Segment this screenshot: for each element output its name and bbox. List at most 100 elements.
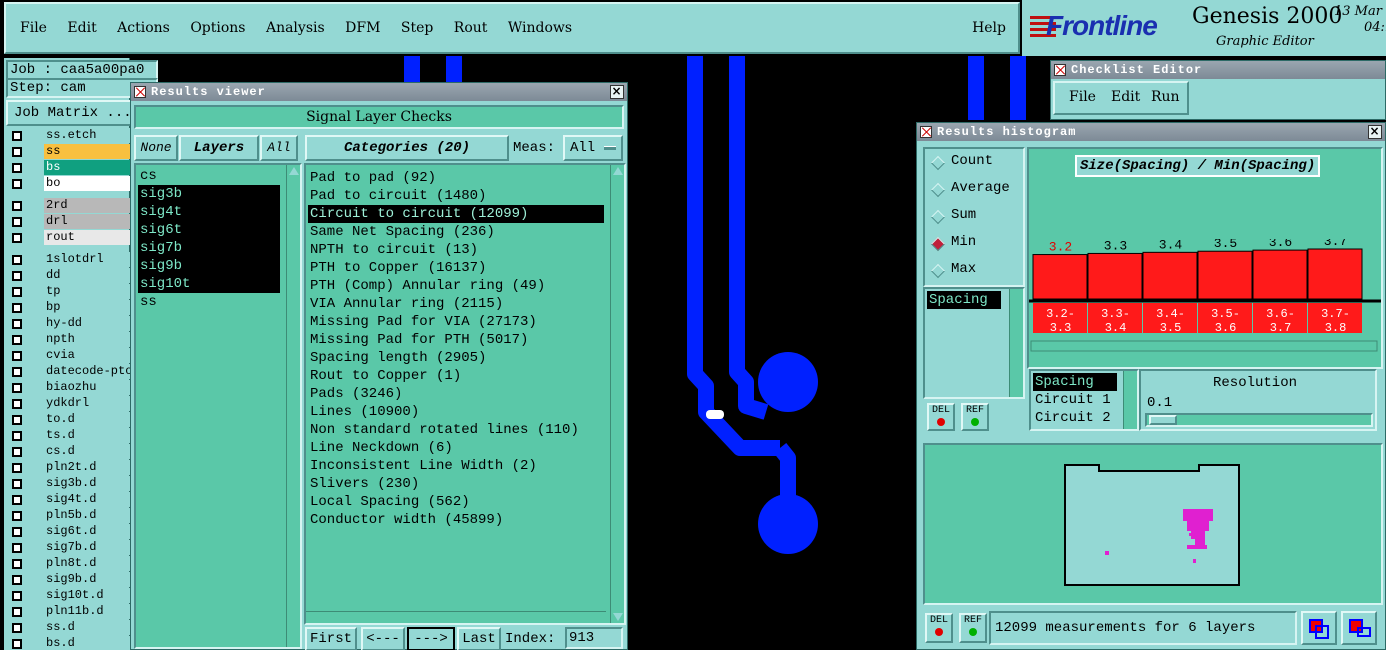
layer-checkbox[interactable] [12,495,22,505]
layer-row[interactable]: datecode-pto [4,364,130,380]
menu-file[interactable]: File [20,20,47,36]
layer-row[interactable]: pln5b.d [4,508,130,524]
layer-row[interactable]: sig4t.d [4,492,130,508]
histogram-bar[interactable] [1252,249,1308,300]
res-list-item-circuit2[interactable]: Circuit 2 [1033,409,1111,427]
layer-row[interactable]: sig3b.d [4,476,130,492]
category-list-scrollbar[interactable] [610,165,624,623]
res-list-item-spacing[interactable]: Spacing [1033,373,1117,391]
histogram-bar[interactable] [1142,251,1198,300]
layer-row[interactable]: rout [4,230,130,246]
layer-checkbox[interactable] [12,639,22,649]
layer-checkbox[interactable] [12,233,22,243]
layer-checkbox[interactable] [12,607,22,617]
layer-checkbox[interactable] [12,335,22,345]
menu-dfm[interactable]: DFM [345,20,380,36]
category-item[interactable]: Rout to Copper (1) [308,367,604,385]
menu-step[interactable]: Step [401,20,433,36]
layer-row[interactable]: pln11b.d [4,604,130,620]
histogram-bar[interactable] [1087,252,1143,300]
layer-row[interactable]: ts.d [4,428,130,444]
layer-row[interactable]: 2rd [4,198,130,214]
resolution-slider-thumb[interactable] [1149,415,1177,425]
layer-row[interactable]: pln2t.d [4,460,130,476]
layer-checkbox[interactable] [12,383,22,393]
category-item[interactable]: Pad to pad (92) [308,169,604,187]
layer-checkbox[interactable] [12,511,22,521]
all-button[interactable]: All [260,135,298,161]
layer-checkbox[interactable] [12,131,22,141]
rv-layer-item[interactable]: sig6t [138,221,280,239]
category-item[interactable]: PTH (Comp) Annular ring (49) [308,277,604,295]
layer-row[interactable]: tp [4,284,130,300]
menu-help[interactable]: Help [972,20,1006,36]
menu-edit[interactable]: Edit [67,20,96,36]
layer-row[interactable]: ss.etch [4,128,130,144]
layer-row[interactable]: bp [4,300,130,316]
layer-row[interactable]: npth [4,332,130,348]
layer-row[interactable]: cs.d [4,444,130,460]
radio-diamond-icon[interactable] [930,209,946,225]
layer-checkbox[interactable] [12,319,22,329]
board-preview[interactable] [923,443,1383,605]
layer-row[interactable]: biaozhu [4,380,130,396]
category-item[interactable]: Local Spacing (562) [308,493,604,511]
measure-list-scrollbar[interactable] [1009,289,1023,397]
layer-checkbox[interactable] [12,367,22,377]
layer-row[interactable]: bs [4,160,130,176]
zoom-window-icon[interactable] [1301,611,1337,645]
prev-button[interactable]: <--- [361,627,405,650]
layer-row[interactable]: 1slotdrl [4,252,130,268]
rv-layer-item[interactable]: sig10t [138,275,280,293]
first-button[interactable]: First [305,627,357,650]
category-hscrollbar[interactable] [306,611,606,623]
checklist-menu-edit[interactable]: Edit [1111,89,1140,105]
category-item[interactable]: Conductor width (45899) [308,511,604,529]
histogram-bar[interactable] [1032,254,1088,300]
layer-list-scrollbar[interactable] [286,165,300,647]
layer-row[interactable]: sig9b.d [4,572,130,588]
histogram-bar[interactable] [1197,250,1253,300]
histogram-titlebar[interactable]: Results histogram × [917,123,1385,141]
layer-checkbox[interactable] [12,351,22,361]
category-item[interactable]: Missing Pad for PTH (5017) [308,331,604,349]
categories-button[interactable]: Categories (20) [305,135,509,161]
layer-checkbox[interactable] [12,479,22,489]
rv-layer-item[interactable]: sig3b [138,185,280,203]
layer-checkbox[interactable] [12,303,22,313]
layer-checkbox[interactable] [12,527,22,537]
zoom-home-icon[interactable] [1341,611,1377,645]
none-button[interactable]: None [134,135,178,161]
layer-checkbox[interactable] [12,179,22,189]
layer-checkbox[interactable] [12,543,22,553]
layer-checkbox[interactable] [12,447,22,457]
layer-checkbox[interactable] [12,559,22,569]
radio-diamond-icon[interactable] [930,263,946,279]
scroll-down-arrow-icon[interactable] [613,613,623,621]
category-item[interactable]: PTH to Copper (16137) [308,259,604,277]
histogram-bar[interactable] [1307,248,1363,300]
category-item[interactable]: Spacing length (2905) [308,349,604,367]
menu-rout[interactable]: Rout [454,20,488,36]
category-item[interactable]: Lines (10900) [308,403,604,421]
layer-checkbox[interactable] [12,463,22,473]
preview-ref-button[interactable]: REF [959,613,987,643]
rv-layer-item[interactable]: sig4t [138,203,280,221]
layer-row[interactable]: dd [4,268,130,284]
layer-checkbox[interactable] [12,287,22,297]
layer-row[interactable]: sig7b.d [4,540,130,556]
category-item[interactable]: Line Neckdown (6) [308,439,604,457]
layer-row[interactable]: hy-dd [4,316,130,332]
measure-list-item[interactable]: Spacing [927,291,1001,309]
layer-checkbox[interactable] [12,415,22,425]
layer-row[interactable]: sig10t.d [4,588,130,604]
layer-row[interactable]: drl [4,214,130,230]
layer-checkbox[interactable] [12,431,22,441]
rv-layer-item[interactable]: cs [138,167,280,185]
layer-row[interactable]: bs.d [4,636,130,650]
layer-checkbox[interactable] [12,591,22,601]
rv-layer-item[interactable]: ss [138,293,280,311]
category-item[interactable]: Missing Pad for VIA (27173) [308,313,604,331]
scroll-up-arrow-icon[interactable] [288,167,299,175]
category-item[interactable]: Inconsistent Line Width (2) [308,457,604,475]
